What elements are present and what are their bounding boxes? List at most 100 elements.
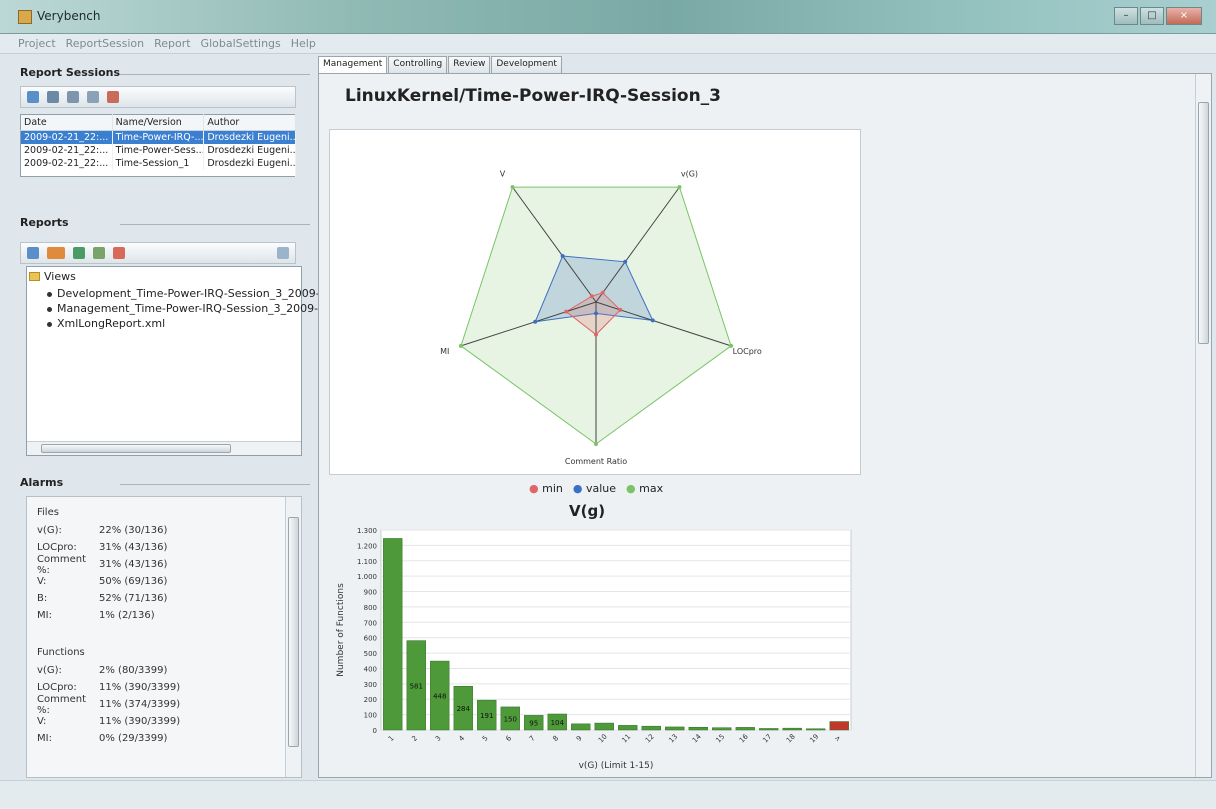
table-row[interactable]: 2009-02-21_22:... Time-Power-IRQ-... Dro… — [20, 130, 296, 144]
y-axis-label: Number of Functions — [336, 583, 346, 677]
alarm-value: 0% (29/3399) — [99, 733, 168, 744]
bar-plot-area — [380, 529, 852, 731]
bar — [806, 728, 826, 731]
radar-point — [729, 343, 734, 348]
y-tick-label: 1.000 — [357, 573, 377, 581]
menu-report[interactable]: Report — [154, 34, 190, 53]
bar — [618, 725, 638, 731]
x-tick-label: 12 — [644, 733, 656, 745]
table-report-icon[interactable] — [93, 247, 105, 259]
left-panel: Report Sessions Date Name/Version Author… — [20, 56, 345, 778]
bar-data-label: 95 — [529, 720, 538, 728]
reports-section: Reports Views Development_Time-Power-IRQ… — [20, 216, 345, 456]
open-session-icon[interactable] — [47, 91, 59, 103]
tree-root-label: Views — [44, 270, 76, 283]
x-tick-label: 11 — [620, 733, 632, 745]
sessions-table: Date Name/Version Author 2009-02-21_22:.… — [20, 114, 296, 177]
chart-report-icon[interactable] — [73, 247, 85, 259]
folder-icon — [29, 272, 40, 281]
main-panel: Management Controlling Review Developmen… — [318, 56, 1212, 778]
app-icon — [18, 10, 32, 24]
close-button[interactable]: × — [1166, 7, 1202, 25]
menu-reportsession[interactable]: ReportSession — [66, 34, 144, 53]
new-session-icon[interactable] — [27, 91, 39, 103]
bar — [641, 725, 661, 731]
alarms-functions-group: Functions v(G): 2% (80/3399) LOCpro: 11% (… — [37, 647, 277, 747]
x-tick-label: > — [833, 734, 843, 744]
alarms-heading: Alarms — [20, 476, 316, 492]
tab-controlling[interactable]: Controlling — [388, 56, 448, 74]
y-tick-label: 300 — [364, 681, 377, 689]
col-date[interactable]: Date — [20, 114, 113, 131]
tab-development[interactable]: Development — [491, 56, 562, 74]
report-sessions-section: Report Sessions Date Name/Version Author… — [20, 66, 316, 177]
window-title: Verybench — [37, 9, 101, 23]
bar-chart-panel: 0 100 200 300 400 500 600 700 800 900 1.000 1.100 1.… — [329, 522, 861, 779]
radar-axis-label: MI — [440, 347, 449, 356]
x-tick-label: 14 — [691, 732, 703, 744]
window-titlebar: Verybench – □ × — [0, 0, 1216, 34]
cell-name: Time-Power-Sess... — [112, 144, 205, 157]
bar-data-label: 581 — [410, 682, 423, 690]
minimize-button[interactable]: – — [1114, 7, 1138, 25]
tab-content: LinuxKernel/Time-Power-IRQ-Session_3 Vv(… — [318, 73, 1212, 778]
bar-data-label: 284 — [457, 705, 471, 713]
status-bar — [0, 780, 1216, 809]
bar-data-label: 104 — [551, 719, 565, 727]
alarm-value: 2% (80/3399) — [99, 665, 168, 676]
alarm-value: 11% (374/3399) — [99, 699, 181, 710]
tree-item[interactable]: XmlLongReport.xml — [27, 316, 301, 331]
cell-name: Time-Power-IRQ-... — [112, 130, 205, 144]
maximize-button[interactable]: □ — [1140, 7, 1164, 25]
bar — [571, 723, 591, 731]
bar — [383, 538, 403, 731]
page-title: LinuxKernel/Time-Power-IRQ-Session_3 — [345, 86, 722, 106]
cell-date: 2009-02-21_22:... — [20, 157, 113, 170]
save-session-icon[interactable] — [67, 91, 79, 103]
tree-item[interactable]: Development_Time-Power-IRQ-Session_3_200… — [27, 286, 345, 301]
bar — [759, 728, 779, 731]
alarm-key: MI: — [37, 733, 52, 744]
xml-report-icon[interactable] — [47, 247, 65, 259]
html-report-icon[interactable] — [27, 247, 39, 259]
tree-item[interactable]: Management_Time-Power-IRQ-Session_3_2009… — [27, 301, 343, 316]
menu-project[interactable]: Project — [18, 34, 56, 53]
y-tick-label: 700 — [364, 619, 377, 627]
table-row[interactable]: 2009-02-21_22:... Time-Session_1 Drosdez… — [20, 157, 296, 170]
functions-group-title: Functions — [37, 647, 85, 658]
tab-management[interactable]: Management — [318, 56, 388, 74]
menu-help[interactable]: Help — [291, 34, 316, 53]
y-tick-label: 900 — [364, 589, 377, 597]
pdf-report-icon[interactable] — [113, 247, 125, 259]
x-tick-label: 17 — [761, 733, 773, 745]
table-row[interactable]: 2009-02-21_22:... Time-Power-Sess... Dro… — [20, 144, 296, 157]
alarms-box: Files v(G): 22% (30/136) LOCpro: 31% (43/1… — [26, 496, 302, 778]
alarm-key: B: — [37, 593, 48, 604]
menu-globalsettings[interactable]: GlobalSettings — [201, 34, 281, 53]
x-tick-label: 1 — [387, 734, 396, 743]
tab-review[interactable]: Review — [448, 56, 491, 74]
tree-root-views[interactable]: Views — [27, 267, 301, 286]
alarms-vertical-scrollbar[interactable] — [285, 497, 301, 777]
cell-date: 2009-02-21_22:... — [20, 144, 113, 157]
col-author[interactable]: Author — [203, 114, 296, 131]
x-tick-label: 10 — [597, 733, 609, 745]
radar-axis-label: V — [500, 169, 506, 178]
cell-date: 2009-02-21_22:... — [20, 130, 113, 144]
bar-data-label: 448 — [433, 693, 446, 701]
bar — [594, 722, 614, 731]
reports-tree: Views Development_Time-Power-IRQ-Session… — [26, 266, 345, 456]
col-name-version[interactable]: Name/Version — [112, 114, 205, 131]
export-report-icon[interactable] — [277, 247, 289, 259]
y-tick-label: 1.100 — [357, 558, 377, 566]
radar-point — [589, 294, 594, 299]
x-tick-label: 6 — [504, 734, 513, 743]
alarm-value: 11% (390/3399) — [99, 716, 181, 727]
radar-legend: ● min ● value ● max — [529, 482, 663, 495]
horizontal-scrollbar[interactable] — [27, 441, 301, 455]
radar-point — [458, 343, 463, 348]
alarm-key: MI: — [37, 610, 52, 621]
compare-session-icon[interactable] — [87, 91, 99, 103]
delete-session-icon[interactable] — [107, 91, 119, 103]
content-vertical-scrollbar[interactable] — [1195, 74, 1211, 777]
